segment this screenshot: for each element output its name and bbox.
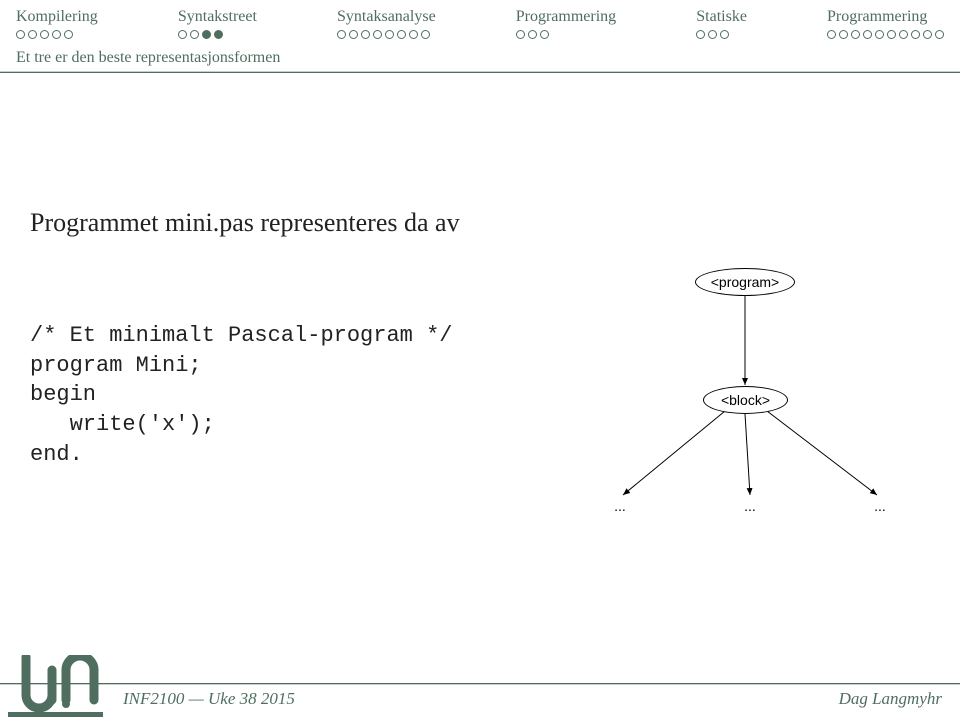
nav-item[interactable]: Kompilering	[16, 8, 98, 39]
footer: INF2100 — Uke 38 2015 Dag Langmyhr	[0, 649, 960, 719]
progress-dot[interactable]	[911, 30, 920, 39]
nav-label: Kompilering	[16, 8, 98, 26]
progress-dot[interactable]	[52, 30, 61, 39]
progress-dot[interactable]	[528, 30, 537, 39]
node-leaf: ...	[600, 498, 640, 514]
progress-dot[interactable]	[28, 30, 37, 39]
node-block: <block>	[703, 386, 788, 414]
nav-item[interactable]: Statiske	[696, 8, 747, 39]
progress-dot[interactable]	[827, 30, 836, 39]
node-leaf: ...	[730, 498, 770, 514]
nav-label: Syntaksanalyse	[337, 8, 436, 26]
progress-dot[interactable]	[397, 30, 406, 39]
nav-item[interactable]: Syntaksanalyse	[337, 8, 436, 39]
progress-dot[interactable]	[16, 30, 25, 39]
progress-dot[interactable]	[851, 30, 860, 39]
slide-heading: Programmet mini.pas representeres da av	[30, 208, 460, 238]
progress-dot[interactable]	[839, 30, 848, 39]
progress-dot[interactable]	[373, 30, 382, 39]
nav-label: Programmering	[516, 8, 616, 26]
progress-dot[interactable]	[214, 30, 223, 39]
nav-sections: Kompilering Syntakstreet Syntaksanalyse Pro…	[16, 8, 944, 39]
nav-label: Statiske	[696, 8, 747, 26]
progress-dot[interactable]	[409, 30, 418, 39]
progress-dot[interactable]	[361, 30, 370, 39]
progress-dots	[337, 30, 430, 39]
progress-dot[interactable]	[899, 30, 908, 39]
tree-diagram: <program> <block> ... ... ...	[555, 268, 935, 528]
progress-dots	[827, 30, 944, 39]
node-leaf: ...	[860, 498, 900, 514]
logo-icon	[8, 655, 103, 717]
progress-dot[interactable]	[178, 30, 187, 39]
progress-dot[interactable]	[540, 30, 549, 39]
slide-content: Programmet mini.pas representeres da av …	[0, 73, 960, 593]
progress-dot[interactable]	[349, 30, 358, 39]
node-program: <program>	[695, 268, 795, 296]
progress-dot[interactable]	[708, 30, 717, 39]
progress-dot[interactable]	[720, 30, 729, 39]
progress-dot[interactable]	[696, 30, 705, 39]
footer-divider	[0, 683, 960, 685]
progress-dot[interactable]	[202, 30, 211, 39]
progress-dot[interactable]	[421, 30, 430, 39]
footer-author: Dag Langmyhr	[839, 689, 942, 709]
progress-dot[interactable]	[923, 30, 932, 39]
progress-dot[interactable]	[64, 30, 73, 39]
code-block: /* Et minimalt Pascal-program */ program…	[30, 321, 452, 469]
progress-dot[interactable]	[516, 30, 525, 39]
progress-dots	[178, 30, 223, 39]
progress-dot[interactable]	[887, 30, 896, 39]
progress-dot[interactable]	[40, 30, 49, 39]
progress-dots	[516, 30, 549, 39]
progress-dot[interactable]	[385, 30, 394, 39]
progress-dots	[696, 30, 729, 39]
nav-label: Programmering	[827, 8, 927, 26]
section-subtitle: Et tre er den beste representasjonsforme…	[0, 49, 960, 71]
progress-dot[interactable]	[190, 30, 199, 39]
nav-item[interactable]: Syntakstreet	[178, 8, 257, 39]
footer-course-info: INF2100 — Uke 38 2015	[123, 689, 295, 709]
progress-dots	[16, 30, 73, 39]
progress-dot[interactable]	[863, 30, 872, 39]
progress-dot[interactable]	[875, 30, 884, 39]
progress-dot[interactable]	[935, 30, 944, 39]
nav-item[interactable]: Programmering	[827, 8, 944, 39]
nav-label: Syntakstreet	[178, 8, 257, 26]
nav-item[interactable]: Programmering	[516, 8, 616, 39]
progress-dot[interactable]	[337, 30, 346, 39]
